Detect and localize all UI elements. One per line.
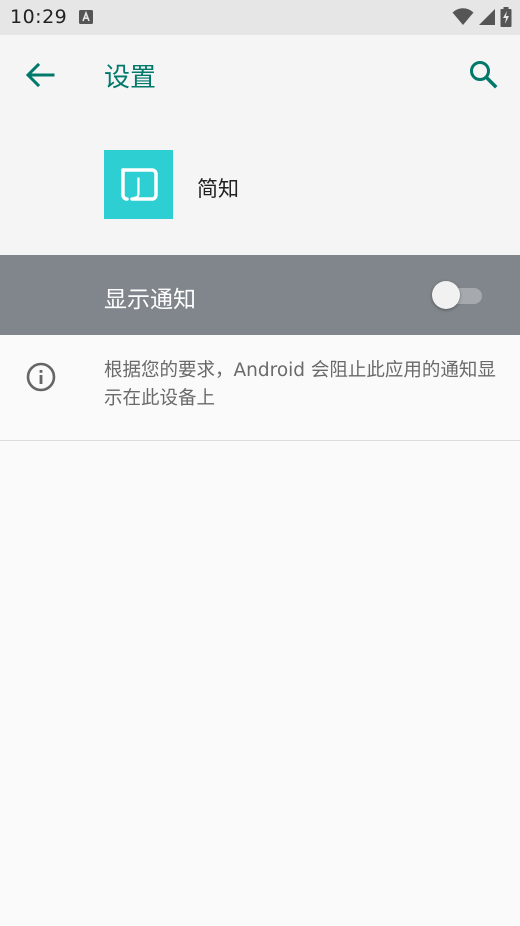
search-icon — [466, 61, 502, 97]
status-bar: 10:29 — [0, 0, 520, 35]
info-icon — [25, 361, 57, 393]
app-header: J 简知 — [0, 115, 520, 255]
blocked-info-text: 根据您的要求，Android 会阻止此应用的通知显示在此设备上 — [104, 360, 496, 409]
battery-charging-icon — [500, 7, 512, 31]
blocked-info-row: 根据您的要求，Android 会阻止此应用的通知显示在此设备上 — [0, 335, 520, 441]
search-button[interactable] — [466, 57, 502, 93]
toggle-thumb — [432, 281, 460, 309]
status-icons — [452, 7, 512, 31]
show-notifications-switch-row[interactable]: 显示通知 — [0, 255, 520, 335]
app-icon: J — [104, 150, 173, 219]
app-name: 简知 — [197, 177, 239, 201]
status-time: 10:29 — [10, 6, 68, 28]
signal-icon — [478, 8, 496, 30]
wifi-icon — [452, 8, 474, 30]
back-button[interactable] — [22, 59, 58, 91]
app-icon-letter: J — [133, 175, 142, 200]
show-notifications-label: 显示通知 — [104, 287, 196, 313]
show-notifications-toggle[interactable] — [432, 281, 484, 309]
notification-app-icon — [78, 9, 94, 29]
arrow-left-icon — [22, 62, 58, 95]
app-bar: 设置 — [0, 35, 520, 115]
page-title: 设置 — [104, 63, 157, 93]
